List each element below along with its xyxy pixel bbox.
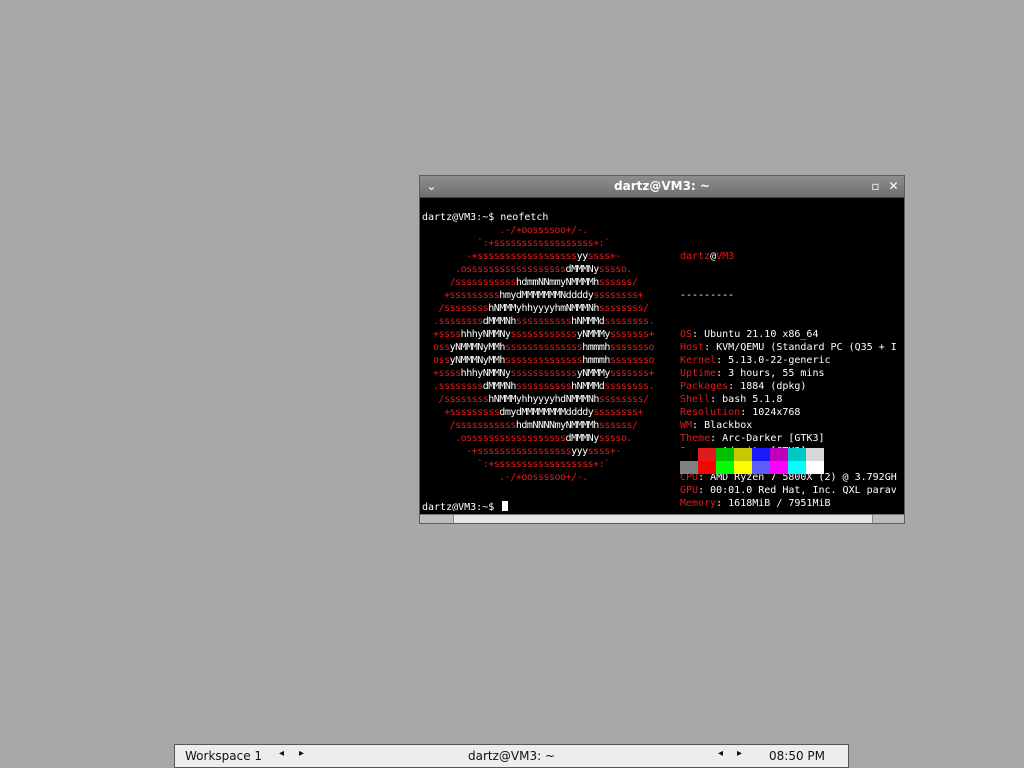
info-key: Packages: [680, 381, 729, 392]
info-key: Host: [680, 342, 705, 353]
logo-line: /sssssssshNMMMyhhyyyyhdNMMMNhssssssss/: [422, 394, 650, 405]
logo-line: +ssssssssshmydMMMMMMMNddddyssssssss+: [422, 290, 644, 301]
color-swatch: [680, 461, 698, 474]
color-swatch: [752, 461, 770, 474]
logo-line: ossyNMMMNyMMhsssssssssssssshmmmhssssssso: [422, 342, 655, 353]
ubuntu-ascii-logo: .-/+oossssoo+/-. `:+ssssssssssssssssss+:…: [422, 224, 655, 484]
info-value: : bash 5.1.8: [710, 394, 783, 405]
info-key: Shell: [680, 394, 711, 405]
info-line: Memory: 1618MiB / 7951MiB: [680, 497, 897, 510]
info-value: : 5.13.0-22-generic: [716, 355, 831, 366]
color-swatch: [788, 448, 806, 461]
clock: 08:50 PM: [769, 749, 825, 763]
info-line: Kernel: 5.13.0-22-generic: [680, 354, 897, 367]
info-key: GPU: [680, 485, 699, 496]
logo-line: .-/+oossssoo+/-.: [422, 472, 588, 483]
info-line: Host: KVM/QEMU (Standard PC (Q35 + I: [680, 341, 897, 354]
info-key: Memory: [680, 498, 717, 509]
horizontal-scrollbar[interactable]: [420, 514, 904, 523]
logo-line: +sssshhhyNMMNyssssssssssssyNMMMysssssss+: [422, 329, 655, 340]
window-prev-icon[interactable]: ◂: [718, 748, 723, 759]
info-key: Theme: [680, 433, 711, 444]
logo-line: /ssssssssssshdmmNNmmyNMMMMhssssss/: [422, 277, 638, 288]
close-icon[interactable]: ✕: [886, 179, 901, 194]
info-key: OS: [680, 329, 693, 340]
color-swatch: [734, 461, 752, 474]
prompt-text: dartz@VM3:~$: [422, 502, 501, 511]
logo-line: .ossssssssssssssssssdMMMNysssso.: [422, 264, 632, 275]
text-cursor: [502, 501, 509, 511]
info-value: : 3 hours, 55 mins: [716, 368, 825, 379]
info-line: Shell: bash 5.1.8: [680, 393, 897, 406]
terminal-window[interactable]: ⌄ dartz@VM3: ~ ▫ ✕ dartz@VM3:~$ neofetch…: [419, 175, 905, 524]
prompt-line[interactable]: dartz@VM3:~$: [422, 501, 509, 511]
info-line: Theme: Arc-Darker [GTK3]: [680, 432, 897, 445]
logo-line: /sssssssshNMMMyhhyyyyhmNMMMNhssssssss/: [422, 303, 650, 314]
window-next-icon[interactable]: ▸: [737, 748, 742, 759]
user-host-line: dartz@VM3: [680, 250, 897, 263]
logo-line: .-/+oossssoo+/-.: [422, 225, 588, 236]
window-title: dartz@VM3: ~: [614, 179, 710, 193]
info-line: OS: Ubuntu 21.10 x86_64: [680, 328, 897, 341]
maximize-icon[interactable]: ▫: [868, 179, 883, 194]
logo-line: `:+ssssssssssssssssss+:`: [422, 459, 610, 470]
info-line: Uptime: 3 hours, 55 mins: [680, 367, 897, 380]
color-swatch: [770, 448, 788, 461]
logo-line: -+ssssssssssssssssssyyssss+-: [422, 251, 621, 262]
logo-line: +sssshhhyNMMNyssssssssssssyNMMMysssssss+: [422, 368, 655, 379]
color-swatch: [734, 448, 752, 461]
scrollbar-thumb[interactable]: [453, 515, 873, 523]
logo-line: +sssssssssdmydMMMMMMMMddddyssssssss+: [422, 407, 644, 418]
logo-line: -+sssssssssssssssssyyyssss+-: [422, 446, 621, 457]
info-value: : 1884 (dpkg): [728, 381, 807, 392]
info-value: : KVM/QEMU (Standard PC (Q35 + I: [704, 342, 897, 353]
color-swatch: [680, 448, 698, 461]
info-value: : Blackbox: [692, 420, 753, 431]
color-swatch: [770, 461, 788, 474]
taskbar-window-title[interactable]: dartz@VM3: ~: [175, 749, 848, 763]
color-swatch: [806, 461, 824, 474]
color-palette: [680, 448, 826, 474]
logo-line: .ossssssssssssssssssdMMMNysssso.: [422, 433, 632, 444]
logo-line: ossyNMMMNyMMhsssssssssssssshmmmhssssssso: [422, 355, 655, 366]
info-key: Kernel: [680, 355, 717, 366]
color-swatch: [806, 448, 824, 461]
color-swatch: [698, 448, 716, 461]
user-name: dartz: [680, 251, 711, 262]
info-value: : 1024x768: [740, 407, 801, 418]
host-name: VM3: [716, 251, 735, 262]
info-line: Resolution: 1024x768: [680, 406, 897, 419]
logo-line: /ssssssssssshdmNNNNmyNMMMMhssssss/: [422, 420, 638, 431]
info-value: : Ubuntu 21.10 x86_64: [692, 329, 819, 340]
info-key: WM: [680, 420, 693, 431]
logo-line: `:+ssssssssssssssssss+:`: [422, 238, 610, 249]
window-titlebar[interactable]: ⌄ dartz@VM3: ~ ▫ ✕: [420, 176, 904, 198]
separator-line: ---------: [680, 290, 735, 301]
color-swatch: [698, 461, 716, 474]
info-line: GPU: 00:01.0 Red Hat, Inc. QXL parav: [680, 484, 897, 497]
info-value: : 00:01.0 Red Hat, Inc. QXL parav: [698, 485, 897, 496]
color-swatch: [716, 448, 734, 461]
taskbar: Workspace 1 ◂ ▸ dartz@VM3: ~ ◂ ▸ 08:50 P…: [174, 744, 849, 768]
color-swatch: [752, 448, 770, 461]
logo-line: .ssssssssdMMMNhsssssssssshNMMMdssssssss.: [422, 316, 655, 327]
command-line: dartz@VM3:~$ neofetch: [422, 212, 549, 223]
terminal-content[interactable]: dartz@VM3:~$ neofetch .-/+oossssoo+/-. `…: [422, 211, 904, 511]
color-swatch: [788, 461, 806, 474]
info-value: : Arc-Darker [GTK3]: [710, 433, 825, 444]
color-swatch: [716, 461, 734, 474]
logo-line: .ssssssssdMMMNhsssssssssshNMMMdssssssss.: [422, 381, 655, 392]
info-value: : 1618MiB / 7951MiB: [716, 498, 831, 509]
info-key: Resolution: [680, 407, 741, 418]
info-line: WM: Blackbox: [680, 419, 897, 432]
info-key: Uptime: [680, 368, 717, 379]
info-line: Packages: 1884 (dpkg): [680, 380, 897, 393]
